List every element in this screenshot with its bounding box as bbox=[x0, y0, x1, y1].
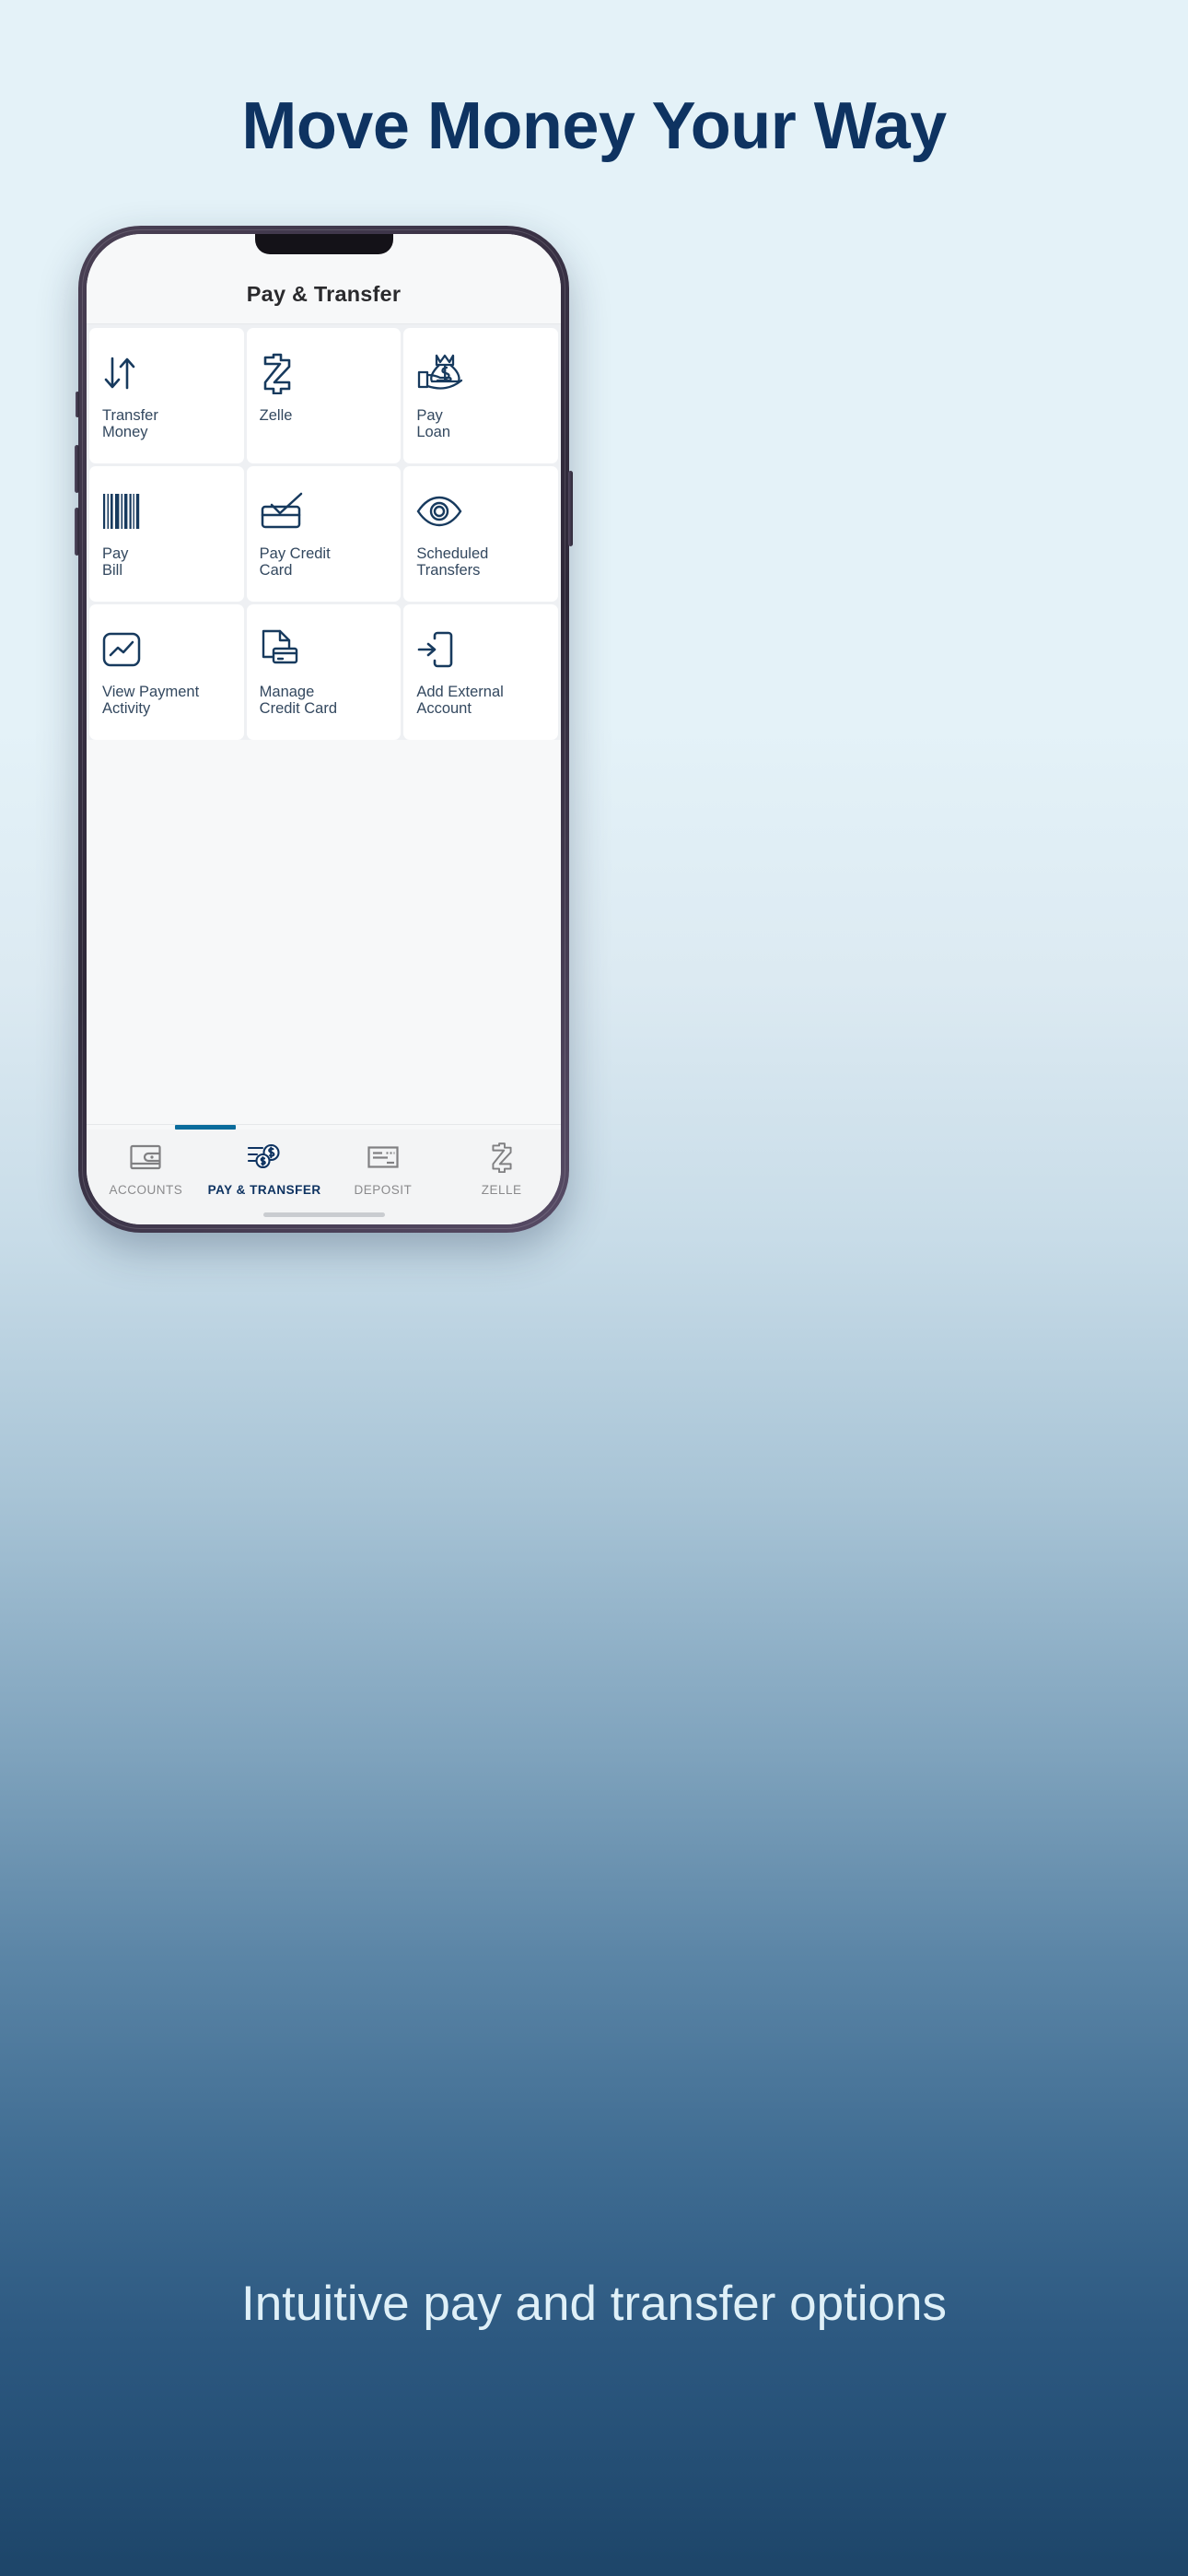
wallet-icon bbox=[130, 1142, 161, 1173]
page-caption: Intuitive pay and transfer options bbox=[240, 2277, 947, 2331]
tile-view-payment-activity[interactable]: View Payment Activity bbox=[89, 604, 244, 740]
tab-label: PAY & TRANSFER bbox=[207, 1183, 321, 1197]
tile-label: Manage Credit Card bbox=[259, 684, 338, 718]
tile-zelle[interactable]: Zelle bbox=[246, 328, 402, 463]
tile-label: Zelle bbox=[259, 407, 293, 424]
tab-label: ACCOUNTS bbox=[109, 1183, 183, 1197]
tile-label: Add External Account bbox=[416, 684, 504, 718]
card-check-icon bbox=[260, 486, 389, 537]
tile-label: View Payment Activity bbox=[102, 684, 200, 718]
coins-transfer-icon bbox=[248, 1142, 281, 1173]
tile-label: Pay Credit Card bbox=[259, 545, 331, 580]
active-tab-indicator-row bbox=[87, 1125, 561, 1130]
tile-label: Pay Bill bbox=[102, 545, 129, 580]
tab-accounts[interactable]: ACCOUNTS bbox=[87, 1142, 205, 1224]
chart-box-icon bbox=[102, 624, 231, 675]
eye-icon bbox=[416, 486, 545, 537]
tile-pay-credit-card[interactable]: Pay Credit Card bbox=[246, 466, 402, 602]
bottom-tab-bar: ACCOUNTS PAY & TRANSFER DEPOSIT ZELLE bbox=[87, 1124, 561, 1224]
tile-label: Scheduled Transfers bbox=[416, 545, 489, 580]
phone-mockup: Pay & Transfer Transfer Money Zelle Pay … bbox=[75, 226, 573, 1233]
tile-scheduled-transfers[interactable]: Scheduled Transfers bbox=[403, 466, 558, 602]
phone-volume-down-button bbox=[75, 508, 79, 556]
zelle-logo-icon bbox=[260, 347, 389, 399]
phone-mute-switch bbox=[76, 392, 79, 417]
document-card-icon bbox=[260, 624, 389, 675]
tab-label: ZELLE bbox=[481, 1183, 522, 1197]
arrow-into-box-icon bbox=[416, 624, 545, 675]
tile-transfer-money[interactable]: Transfer Money bbox=[89, 328, 244, 463]
tile-pay-bill[interactable]: Pay Bill bbox=[89, 466, 244, 602]
hand-money-bag-icon bbox=[416, 347, 545, 399]
tab-label: DEPOSIT bbox=[354, 1183, 413, 1197]
check-icon bbox=[367, 1142, 399, 1173]
zelle-logo-icon bbox=[489, 1142, 515, 1173]
empty-content-area bbox=[87, 740, 561, 1062]
arrows-down-up-icon bbox=[102, 347, 231, 399]
phone-volume-up-button bbox=[75, 445, 79, 493]
phone-notch bbox=[254, 234, 393, 254]
tile-pay-loan[interactable]: Pay Loan bbox=[403, 328, 558, 463]
tile-manage-credit-card[interactable]: Manage Credit Card bbox=[246, 604, 402, 740]
active-tab-indicator bbox=[174, 1125, 236, 1130]
action-tile-grid: Transfer Money Zelle Pay Loan Pay Bill P… bbox=[87, 324, 561, 740]
tile-label: Transfer Money bbox=[102, 407, 158, 441]
tab-zelle[interactable]: ZELLE bbox=[442, 1142, 561, 1224]
tile-label: Pay Loan bbox=[416, 407, 451, 441]
phone-power-button bbox=[568, 471, 573, 546]
page-title: Pay & Transfer bbox=[246, 282, 402, 306]
barcode-icon bbox=[102, 486, 231, 537]
home-indicator bbox=[262, 1212, 385, 1217]
page-headline: Move Money Your Way bbox=[241, 89, 947, 163]
tile-add-external-account[interactable]: Add External Account bbox=[403, 604, 558, 740]
phone-screen: Pay & Transfer Transfer Money Zelle Pay … bbox=[87, 234, 561, 1224]
